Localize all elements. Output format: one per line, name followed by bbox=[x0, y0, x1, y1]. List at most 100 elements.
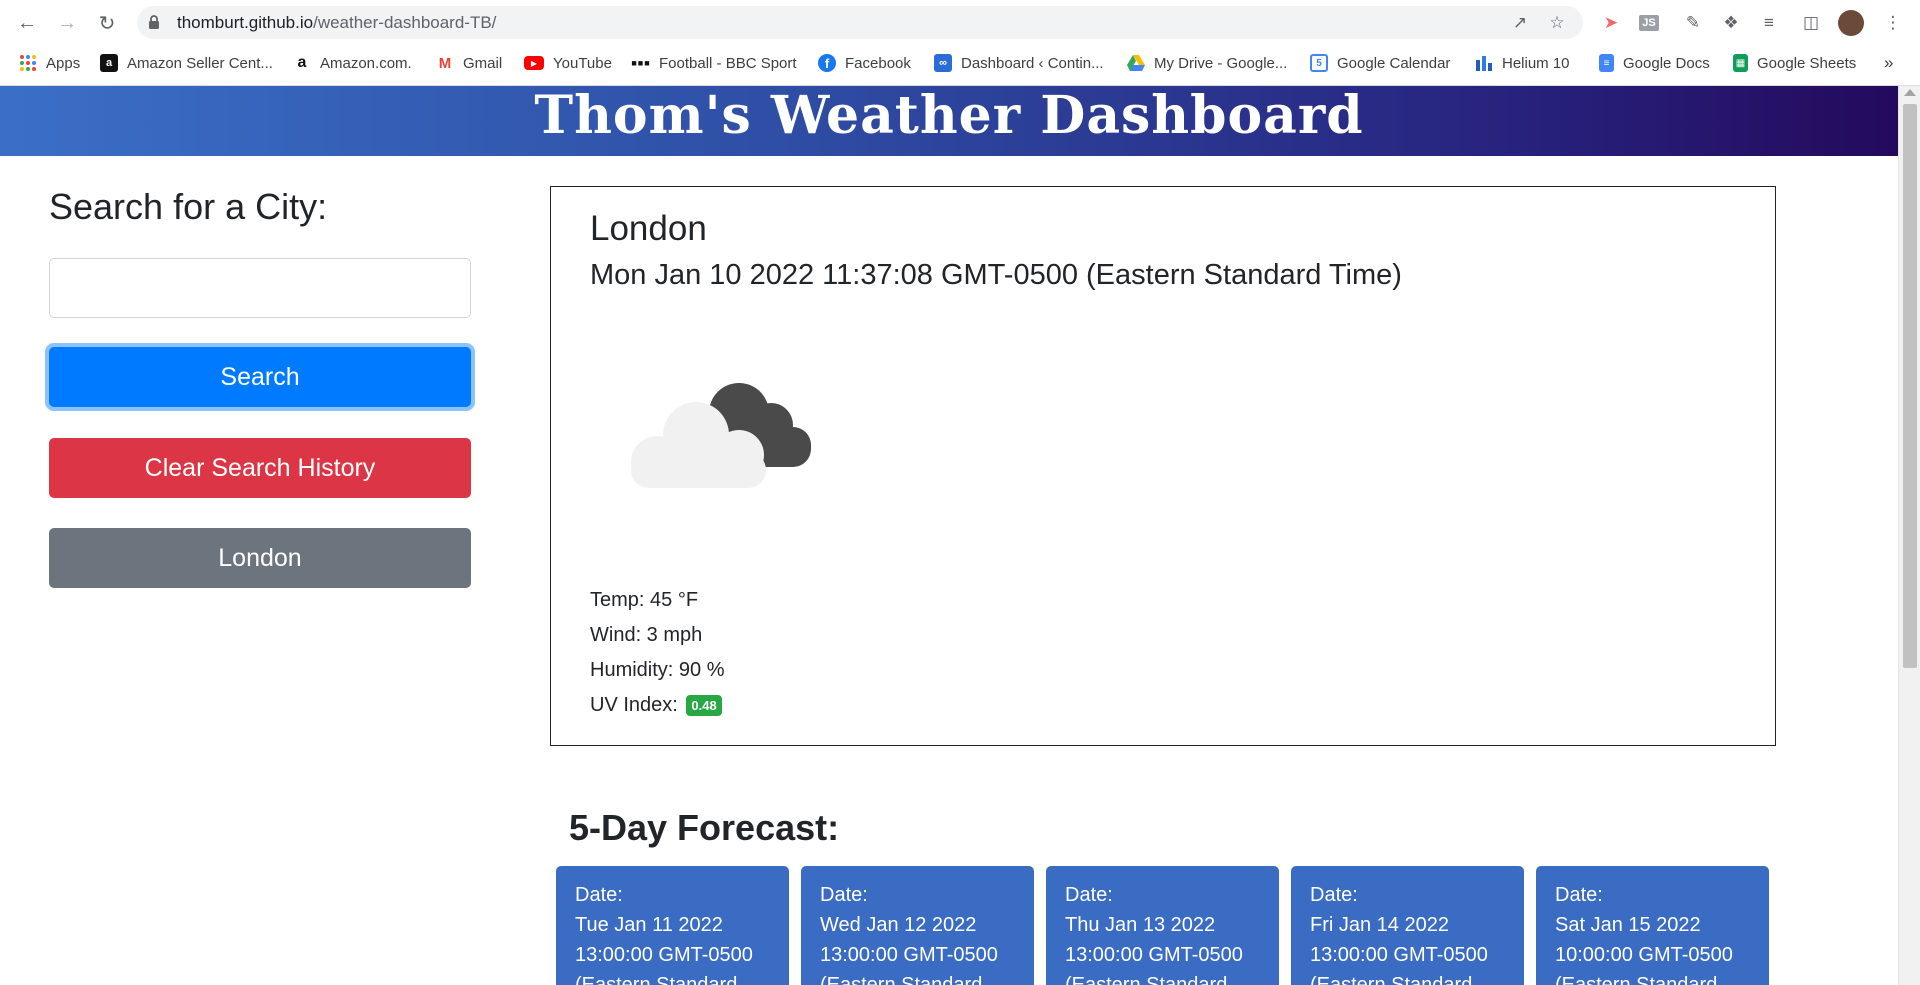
forecast-card: Date: Wed Jan 12 2022 13:00:00 GMT-0500 … bbox=[801, 866, 1034, 985]
search-button[interactable]: Search bbox=[49, 347, 471, 407]
url-text: thomburt.github.io/weather-dashboard-TB/ bbox=[177, 13, 496, 33]
current-humidity: Humidity: 90 % bbox=[590, 659, 725, 681]
page-header: Thom's Weather Dashboard bbox=[0, 86, 1898, 156]
uv-label: UV Index: bbox=[590, 694, 678, 716]
browser-toolbar: ← → ↻ thomburt.github.io/weather-dashboa… bbox=[0, 0, 1920, 46]
forward-arrow-icon[interactable]: → bbox=[53, 9, 81, 37]
forecast-time: 13:00:00 GMT-0500 bbox=[1310, 944, 1488, 966]
amazon-icon: a bbox=[293, 54, 311, 72]
star-icon[interactable]: ☆ bbox=[1546, 12, 1568, 34]
bookmark-facebook[interactable]: f Facebook bbox=[818, 52, 911, 74]
current-uv: UV Index: 0.48 bbox=[590, 694, 722, 717]
bookmark-label: Dashboard ‹ Contin... bbox=[961, 54, 1104, 72]
url-path: /weather-dashboard-TB/ bbox=[313, 13, 497, 32]
bookmark-google-drive[interactable]: My Drive - Google... bbox=[1127, 52, 1287, 74]
lock-icon bbox=[149, 15, 159, 29]
forecast-time: 13:00:00 GMT-0500 bbox=[820, 944, 998, 966]
city-search-input[interactable] bbox=[49, 258, 471, 318]
forecast-date: Tue Jan 11 2022 bbox=[575, 914, 723, 936]
forecast-card: Date: Thu Jan 13 2022 13:00:00 GMT-0500 … bbox=[1046, 866, 1279, 985]
forecast-timezone: (Eastern Standard bbox=[1555, 974, 1718, 985]
bookmark-bbc-sport[interactable]: ■■■ Football - BBC Sport bbox=[631, 52, 797, 74]
forecast-date-label: Date: bbox=[1065, 884, 1113, 906]
bookmark-label: Football - BBC Sport bbox=[659, 54, 797, 72]
puzzle-extensions-icon[interactable]: ❖ bbox=[1718, 10, 1744, 36]
forecast-date: Fri Jan 14 2022 bbox=[1310, 914, 1449, 936]
scrollbar-thumb[interactable] bbox=[1903, 104, 1917, 668]
scroll-up-icon[interactable] bbox=[1904, 89, 1916, 96]
forecast-time: 13:00:00 GMT-0500 bbox=[1065, 944, 1243, 966]
back-arrow-icon[interactable]: ← bbox=[13, 9, 41, 37]
forecast-timezone: (Eastern Standard bbox=[1065, 974, 1228, 985]
reload-icon[interactable]: ↻ bbox=[93, 9, 121, 37]
amazon-icon: a bbox=[100, 54, 118, 72]
bookmark-helium-10[interactable]: Helium 10 bbox=[1475, 52, 1570, 74]
forecast-timezone: (Eastern Standard bbox=[1310, 974, 1473, 985]
current-weather-card: London Mon Jan 10 2022 11:37:08 GMT-0500… bbox=[550, 186, 1776, 746]
page-viewport: Thom's Weather Dashboard Search for a Ci… bbox=[0, 86, 1898, 985]
js-extension-icon[interactable]: JS bbox=[1636, 10, 1662, 36]
browser-chrome: ← → ↻ thomburt.github.io/weather-dashboa… bbox=[0, 0, 1920, 86]
pen-extension-icon[interactable]: ✎ bbox=[1680, 10, 1706, 36]
bookmark-label: Amazon.com. bbox=[320, 54, 412, 72]
forecast-date: Sat Jan 15 2022 bbox=[1555, 914, 1701, 936]
forecast-card: Date: Tue Jan 11 2022 13:00:00 GMT-0500 … bbox=[556, 866, 789, 985]
page-title: Thom's Weather Dashboard bbox=[534, 86, 1364, 146]
current-city: London bbox=[590, 209, 707, 248]
forecast-time: 13:00:00 GMT-0500 bbox=[575, 944, 753, 966]
url-host: thomburt.github.io bbox=[177, 13, 314, 32]
gmail-icon: M bbox=[436, 54, 454, 72]
cloudy-icon bbox=[631, 383, 811, 488]
bookmark-amazon-seller[interactable]: a Amazon Seller Cent... bbox=[100, 52, 273, 74]
side-panel-icon[interactable]: ◫ bbox=[1798, 10, 1824, 36]
forecast-date-label: Date: bbox=[575, 884, 623, 906]
bookmark-google-calendar[interactable]: 5 Google Calendar bbox=[1310, 52, 1450, 74]
google-sheets-icon: ▦ bbox=[1733, 54, 1748, 72]
youtube-icon: ▶ bbox=[524, 56, 544, 70]
avatar[interactable] bbox=[1838, 10, 1864, 36]
bookmark-label: Apps bbox=[46, 54, 81, 72]
current-temp: Temp: 45 °F bbox=[590, 589, 699, 611]
facebook-icon: f bbox=[818, 54, 836, 72]
forecast-card: Date: Sat Jan 15 2022 10:00:00 GMT-0500 … bbox=[1536, 866, 1769, 985]
bookmark-amazon[interactable]: a Amazon.com. bbox=[293, 52, 412, 74]
bookmark-label: Amazon Seller Cent... bbox=[127, 54, 273, 72]
bookmark-dashboard[interactable]: ∞ Dashboard ‹ Contin... bbox=[934, 52, 1104, 74]
share-icon[interactable]: ↗ bbox=[1509, 12, 1531, 34]
bookmark-label: Google Docs bbox=[1623, 54, 1710, 72]
bbc-icon: ■■■ bbox=[631, 54, 650, 72]
address-bar[interactable]: thomburt.github.io/weather-dashboard-TB/… bbox=[137, 6, 1583, 39]
google-calendar-icon: 5 bbox=[1310, 54, 1328, 72]
forecast-card: Date: Fri Jan 14 2022 13:00:00 GMT-0500 … bbox=[1291, 866, 1524, 985]
bookmark-google-docs[interactable]: ≡ Google Docs bbox=[1599, 52, 1710, 74]
bookmark-label: My Drive - Google... bbox=[1154, 54, 1288, 72]
bookmark-label: Facebook bbox=[845, 54, 911, 72]
forecast-heading: 5-Day Forecast: bbox=[569, 807, 840, 848]
bookmark-youtube[interactable]: ▶ YouTube bbox=[524, 52, 612, 74]
google-drive-icon bbox=[1127, 54, 1145, 72]
more-bookmarks-icon[interactable]: » bbox=[1884, 52, 1893, 74]
bookmark-label: YouTube bbox=[553, 54, 612, 72]
current-wind: Wind: 3 mph bbox=[590, 624, 703, 646]
bookmark-label: Google Calendar bbox=[1337, 54, 1451, 72]
dashboard-icon: ∞ bbox=[934, 54, 952, 72]
bookmark-label: Gmail bbox=[463, 54, 503, 72]
forecast-date: Wed Jan 12 2022 bbox=[820, 914, 977, 936]
forecast-timezone: (Eastern Standard bbox=[575, 974, 738, 985]
forecast-time: 10:00:00 GMT-0500 bbox=[1555, 944, 1733, 966]
bookmark-label: Helium 10 bbox=[1502, 54, 1570, 72]
forecast-date-label: Date: bbox=[1555, 884, 1603, 906]
extension-arrow-icon[interactable]: ➤ bbox=[1598, 10, 1624, 36]
bookmark-apps[interactable]: Apps bbox=[19, 52, 80, 74]
bookmark-google-sheets[interactable]: ▦ Google Sheets bbox=[1733, 52, 1856, 74]
bookmark-gmail[interactable]: M Gmail bbox=[436, 52, 502, 74]
uv-badge: 0.48 bbox=[686, 695, 722, 717]
bookmarks-bar: Apps a Amazon Seller Cent... a Amazon.com.… bbox=[0, 48, 1920, 78]
helium10-icon bbox=[1475, 54, 1493, 72]
forecast-timezone: (Eastern Standard bbox=[820, 974, 983, 985]
menu-dots-icon[interactable]: ⋮ bbox=[1880, 10, 1906, 36]
clear-history-button[interactable]: Clear Search History bbox=[49, 438, 471, 498]
reading-list-icon[interactable]: ≡ bbox=[1756, 10, 1782, 36]
page-scrollbar[interactable] bbox=[1898, 86, 1920, 985]
history-item-london[interactable]: London bbox=[49, 528, 471, 588]
